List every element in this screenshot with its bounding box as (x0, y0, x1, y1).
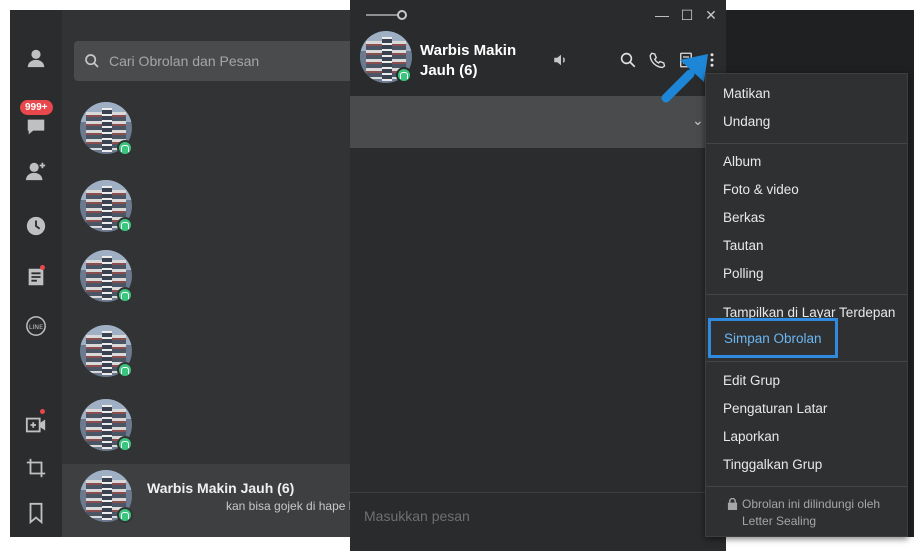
search-icon (85, 54, 99, 68)
search-box[interactable] (74, 41, 350, 81)
composer-divider (350, 492, 726, 493)
group-badge-icon (117, 140, 133, 156)
title-bar: — ☐ ✕ (350, 0, 726, 30)
list-item[interactable] (62, 325, 350, 397)
group-badge-icon (117, 287, 133, 303)
list-item[interactable] (62, 180, 350, 252)
menu-item-tinggalkan-grup[interactable]: Tinggalkan Grup (723, 457, 822, 472)
chat-title: Warbis Makin Jauh (6) (147, 480, 295, 496)
chat-list: Warbis Makin Jauh (6) kan bisa gojek di … (62, 10, 350, 537)
menu-item-foto-video[interactable]: Foto & video (723, 182, 799, 197)
message-area (350, 148, 726, 492)
menu-item-laporkan[interactable]: Laporkan (723, 429, 779, 444)
list-item[interactable] (62, 250, 350, 322)
chat-preview: kan bisa gojek di hape l (226, 499, 350, 513)
search-input[interactable] (109, 53, 349, 69)
unread-badge: 999+ (20, 100, 53, 115)
opacity-slider-handle[interactable] (397, 10, 407, 20)
minimize-button[interactable]: — (655, 8, 669, 22)
add-friend-icon[interactable] (10, 156, 62, 186)
chats-icon[interactable] (10, 112, 62, 142)
svg-text:LINE: LINE (29, 323, 43, 331)
group-badge-icon (117, 217, 133, 233)
letter-sealing-notice: Obrolan ini dilindungi oleh Letter Seali… (706, 486, 907, 536)
crop-icon[interactable] (10, 453, 62, 483)
menu-item-polling[interactable]: Polling (723, 266, 764, 281)
group-badge-icon (396, 67, 412, 83)
message-input[interactable] (364, 508, 704, 524)
list-item[interactable] (62, 102, 350, 174)
speaker-icon[interactable] (551, 50, 571, 70)
chevron-down-icon[interactable]: ⌄ (692, 112, 704, 129)
group-badge-icon (117, 507, 133, 523)
menu-item-tautan[interactable]: Tautan (723, 238, 764, 253)
list-item[interactable] (62, 399, 350, 471)
letter-sealing-text: Obrolan ini dilindungi oleh Letter Seali… (742, 497, 881, 528)
search-icon[interactable] (618, 50, 638, 70)
group-badge-icon (117, 362, 133, 378)
menu-divider (706, 294, 907, 295)
menu-item-berkas[interactable]: Berkas (723, 210, 765, 225)
menu-divider (706, 361, 907, 362)
menu-item-pengaturan-latar[interactable]: Pengaturan Latar (723, 401, 827, 416)
menu-item-undang[interactable]: Undang (723, 114, 770, 129)
close-button[interactable]: ✕ (704, 8, 718, 22)
menu-item-album[interactable]: Album (723, 154, 761, 169)
history-icon[interactable] (10, 211, 62, 241)
video-call-icon[interactable] (10, 410, 62, 440)
chat-name: Warbis Makin Jauh (6) (420, 42, 517, 79)
profile-icon[interactable] (10, 43, 62, 73)
notes-dot (40, 265, 45, 270)
menu-item-edit-grup[interactable]: Edit Grup (723, 373, 780, 388)
maximize-button[interactable]: ☐ (680, 8, 694, 22)
nav-rail: 999+ LINE (10, 10, 62, 537)
menu-item-matikan[interactable]: Matikan (723, 86, 770, 101)
line-icon[interactable]: LINE (10, 311, 62, 341)
video-call-dot (40, 409, 45, 414)
bookmark-icon[interactable] (10, 498, 62, 528)
list-item-selected[interactable]: Warbis Makin Jauh (6) kan bisa gojek di … (62, 464, 350, 537)
menu-divider (706, 143, 907, 144)
menu-item-simpan-obrolan[interactable]: Simpan Obrolan (708, 318, 838, 358)
notes-icon[interactable] (10, 262, 62, 292)
group-badge-icon (117, 436, 133, 452)
chat-options-menu: Matikan Undang Album Foto & video Berkas… (705, 73, 908, 537)
menu-item-label: Simpan Obrolan (724, 331, 822, 346)
lock-icon (727, 498, 738, 510)
